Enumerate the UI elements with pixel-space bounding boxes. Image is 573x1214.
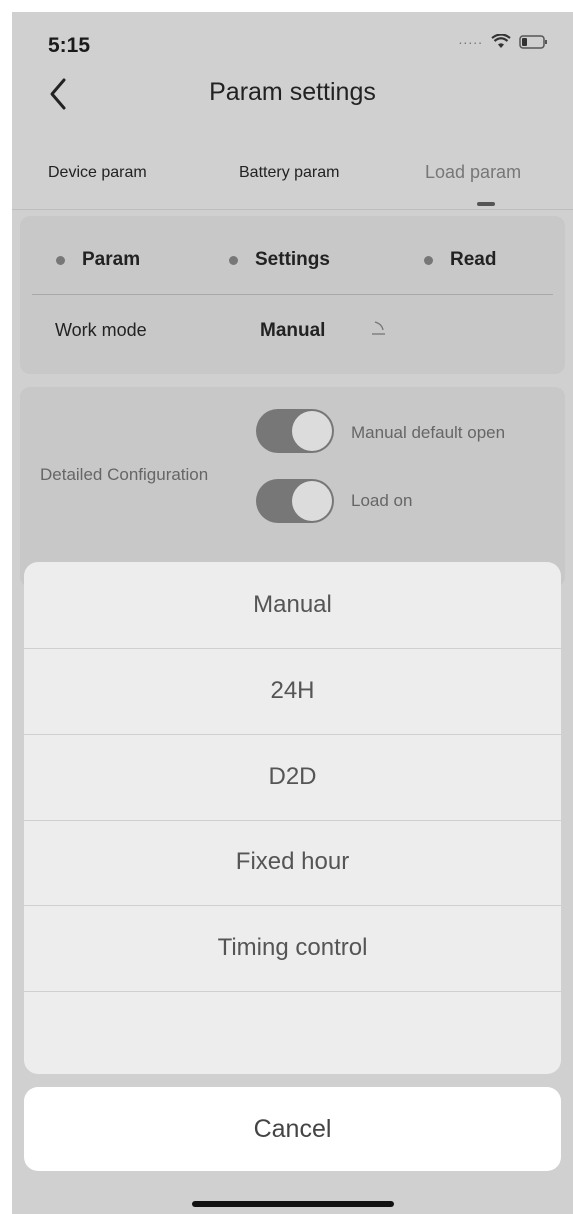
manual-default-open-label: Manual default open <box>351 423 506 442</box>
cancel-button[interactable]: Cancel <box>24 1087 561 1171</box>
option-timing-control[interactable]: Timing control <box>24 905 561 992</box>
load-on-label: Load on <box>351 491 413 510</box>
home-indicator[interactable] <box>192 1201 394 1207</box>
toggle-knob <box>292 411 332 451</box>
load-on-toggle[interactable] <box>256 479 334 523</box>
work-mode-label: Work mode <box>55 320 147 340</box>
manual-default-open-toggle[interactable] <box>256 409 334 453</box>
signal-dots-icon: ..... <box>458 31 483 47</box>
dropdown-arrow-icon[interactable] <box>370 314 390 340</box>
option-24h[interactable]: 24H <box>24 648 561 735</box>
toggle-knob <box>292 481 332 521</box>
option-manual[interactable]: Manual <box>24 562 561 649</box>
option-fixed-hour[interactable]: Fixed hour <box>24 819 561 906</box>
legend-settings-label: Settings <box>255 249 330 270</box>
work-mode-value[interactable]: Manual <box>260 320 325 342</box>
legend-param: Param <box>56 249 140 271</box>
tabs-divider <box>12 209 573 210</box>
legend-dot <box>229 255 238 265</box>
legend-settings: Settings <box>229 249 330 271</box>
active-tab-indicator <box>477 202 495 206</box>
wifi-icon <box>491 34 511 48</box>
work-mode-action-sheet: Manual 24H D2D Fixed hour Timing control <box>24 562 561 1074</box>
page-title: Param settings <box>209 78 376 106</box>
tab-load-param[interactable]: Load param <box>425 162 521 183</box>
option-empty <box>24 991 561 1074</box>
phone-screen: 5:15 ..... Param settings Device param B… <box>12 12 573 1214</box>
legend-dot <box>56 255 65 265</box>
work-mode-card: Param Settings Read Work mode Manual <box>20 216 565 374</box>
status-time: 5:15 <box>48 34 91 57</box>
detailed-config-card: Detailed Configuration Manual default op… <box>20 387 565 587</box>
option-d2d[interactable]: D2D <box>24 734 561 821</box>
battery-icon <box>519 35 547 49</box>
legend-dot <box>424 255 433 265</box>
legend-param-label: Param <box>82 249 141 270</box>
card-divider <box>32 294 553 295</box>
legend-read-label: Read <box>450 249 497 270</box>
detailed-config-label: Detailed Configuration <box>40 465 209 484</box>
tab-battery-param[interactable]: Battery param <box>239 164 339 182</box>
tab-device-param[interactable]: Device param <box>48 164 147 182</box>
legend-read: Read <box>424 249 496 271</box>
status-icons: ..... <box>458 31 549 50</box>
